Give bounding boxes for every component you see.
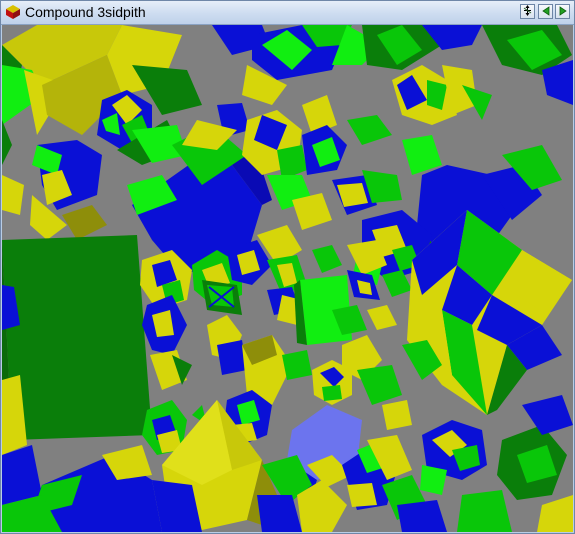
axis-arrows-icon — [522, 3, 533, 21]
triangle-left-icon — [541, 3, 551, 21]
3d-render-viewport[interactable] — [2, 25, 573, 532]
triangle-right-icon — [558, 3, 568, 21]
previous-button[interactable] — [538, 4, 553, 19]
polyhedra-compound-render — [2, 25, 573, 532]
rotation-axis-button[interactable] — [520, 4, 535, 19]
next-button[interactable] — [555, 4, 570, 19]
title-bar[interactable]: Compound 3sidpith — [1, 1, 574, 25]
polyhedron-app-icon — [5, 4, 21, 20]
window-title: Compound 3sidpith — [25, 4, 146, 20]
app-window: Compound 3sidpith — [0, 0, 575, 534]
